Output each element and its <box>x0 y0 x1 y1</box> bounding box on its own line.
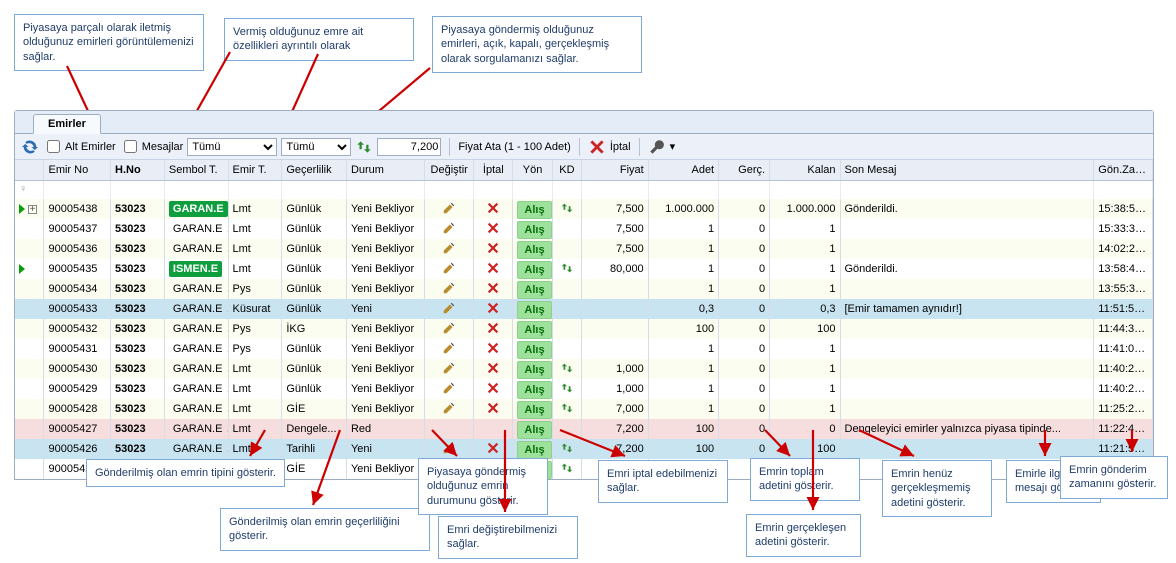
callout-kalan: Emrin henüz gerçekleşmemiş adetini göste… <box>882 460 992 517</box>
table-row[interactable]: 9000542953023GARAN.ELmtGünlükYeni Bekliy… <box>15 379 1153 399</box>
col-deg[interactable]: Değiştir <box>425 160 474 180</box>
col-gec[interactable]: Geçerlilik <box>282 160 347 180</box>
callout-durum: Piyasaya göndermiş olduğunuz emrin durum… <box>418 458 548 515</box>
edit-icon[interactable] <box>442 361 456 375</box>
kd-icon[interactable] <box>560 201 574 215</box>
alt-emirler-label: Alt Emirler <box>65 141 116 153</box>
kd-icon[interactable] <box>560 381 574 395</box>
edit-icon[interactable] <box>442 201 456 215</box>
edit-icon[interactable] <box>442 401 456 415</box>
edit-icon[interactable] <box>442 281 456 295</box>
tools-dd[interactable]: ▾ <box>670 140 676 153</box>
kd-icon[interactable] <box>560 361 574 375</box>
callout-zaman: Emrin gönderim zamanını gösterir. <box>1060 456 1168 499</box>
kd-icon[interactable] <box>560 461 574 475</box>
mesajlar-check[interactable]: Mesajlar <box>120 137 184 156</box>
edit-icon[interactable] <box>442 261 456 275</box>
kd-icon[interactable] <box>560 441 574 455</box>
table-row[interactable]: 9000543053023GARAN.ELmtGünlükYeni Bekliy… <box>15 359 1153 379</box>
table-row[interactable]: 9000543653023GARAN.ELmtGünlükYeni Bekliy… <box>15 239 1153 259</box>
callout-parcali: Piyasaya parçalı olarak iletmiş olduğunu… <box>14 14 204 71</box>
rows-container: +9000543853023GARAN.ELmtGünlükYeni Bekli… <box>15 199 1153 479</box>
col-adet[interactable]: Adet <box>649 160 719 180</box>
cancel-row-icon[interactable] <box>486 401 500 415</box>
edit-icon[interactable] <box>442 301 456 315</box>
edit-icon[interactable] <box>442 341 456 355</box>
edit-icon[interactable] <box>442 441 456 455</box>
callout-ozellik: Vermiş olduğunuz emre ait özellikleri ay… <box>224 18 414 61</box>
col-sym[interactable]: Sembol T. <box>165 160 229 180</box>
kd-icon[interactable] <box>560 401 574 415</box>
col-kd[interactable]: KD <box>553 160 582 180</box>
edit-icon[interactable] <box>442 321 456 335</box>
cancel-row-icon[interactable] <box>486 341 500 355</box>
callout-tip: Gönderilmiş olan emrin tipini gösterir. <box>86 459 285 487</box>
cancel-row-icon[interactable] <box>486 441 500 455</box>
callout-degistir: Emri değiştirebilmenizi sağlar. <box>438 516 578 559</box>
grid-header: Emir No H.No Sembol T. Emir T. Geçerlili… <box>15 160 1153 181</box>
table-row[interactable]: 9000543253023GARAN.EPysİKGYeni BekliyorA… <box>15 319 1153 339</box>
cancel-row-icon[interactable] <box>486 261 500 275</box>
cancel-row-icon[interactable] <box>486 221 500 235</box>
cancel-icon[interactable] <box>588 138 606 156</box>
table-row[interactable]: 9000542853023GARAN.ELmtGİEYeni BekliyorA… <box>15 399 1153 419</box>
cancel-row-icon[interactable] <box>486 381 500 395</box>
callout-iptal: Emri iptal edebilmenizi sağlar. <box>598 460 728 503</box>
toolbar: Alt Emirler Mesajlar Tümü Tümü Fiyat Ata… <box>15 134 1153 160</box>
table-row[interactable]: 9000543353023GARAN.EKüsuratGünlükYeniAlı… <box>15 299 1153 319</box>
refresh-icon[interactable] <box>21 138 39 156</box>
callout-adet: Emrin toplam adetini gösterir. <box>750 458 860 501</box>
iptal-label: İptal <box>610 141 631 153</box>
table-row[interactable]: 9000543153023GARAN.EPysGünlükYeni Bekliy… <box>15 339 1153 359</box>
fiyat-ata-label: Fiyat Ata (1 - 100 Adet) <box>458 141 571 153</box>
edit-icon[interactable] <box>442 221 456 235</box>
mesajlar-label: Mesajlar <box>142 141 184 153</box>
col-et[interactable]: Emir T. <box>229 160 283 180</box>
filter-row[interactable]: ♀ <box>15 181 1153 199</box>
col-dur[interactable]: Durum <box>347 160 425 180</box>
alt-emirler-check[interactable]: Alt Emirler <box>43 137 116 156</box>
qty-input[interactable] <box>377 138 441 156</box>
cancel-row-icon[interactable] <box>486 361 500 375</box>
cancel-row-icon[interactable] <box>486 321 500 335</box>
tools-icon[interactable] <box>648 138 666 156</box>
tab-strip: Emirler <box>15 111 1153 134</box>
table-row[interactable]: +9000543853023GARAN.ELmtGünlükYeni Bekli… <box>15 199 1153 219</box>
col-emir[interactable]: Emir No <box>44 160 111 180</box>
callout-sorgu: Piyasaya göndermiş olduğunuz emirleri, a… <box>432 16 642 73</box>
cancel-row-icon[interactable] <box>486 241 500 255</box>
col-hno[interactable]: H.No <box>111 160 165 180</box>
col-yon[interactable]: Yön <box>513 160 552 180</box>
col-kal[interactable]: Kalan <box>770 160 840 180</box>
edit-icon[interactable] <box>442 381 456 395</box>
swap-icon[interactable] <box>355 138 373 156</box>
table-row[interactable]: 9000543753023GARAN.ELmtGünlükYeni Bekliy… <box>15 219 1153 239</box>
table-row[interactable]: 9000543553023ISMEN.ELmtGünlükYeni Bekliy… <box>15 259 1153 279</box>
col-ipt[interactable]: İptal <box>474 160 513 180</box>
callout-gec: Gönderilmiş olan emrin geçerliliğini gös… <box>220 508 430 551</box>
cancel-row-icon[interactable] <box>486 301 500 315</box>
table-row[interactable]: 9000542653023GARAN.ELmtTarihliYeniAlış7,… <box>15 439 1153 459</box>
filter1-select[interactable]: Tümü <box>187 138 277 156</box>
table-row[interactable]: 9000542753023GARAN.ELmtDengele...RedAlış… <box>15 419 1153 439</box>
callout-gerc: Emrin gerçekleşen adetini gösterir. <box>746 514 861 557</box>
col-zam[interactable]: Gön.Zam. ▼ <box>1094 160 1153 180</box>
col-fiy[interactable]: Fiyat <box>582 160 649 180</box>
col-msj[interactable]: Son Mesaj <box>841 160 1095 180</box>
cancel-row-icon[interactable] <box>486 281 500 295</box>
col-gerc[interactable]: Gerç. <box>719 160 770 180</box>
kd-icon[interactable] <box>560 261 574 275</box>
filter2-select[interactable]: Tümü <box>281 138 351 156</box>
tab-emirler[interactable]: Emirler <box>33 114 101 134</box>
orders-panel: Emirler Alt Emirler Mesajlar Tümü Tümü F… <box>14 110 1154 480</box>
table-row[interactable]: 9000543453023GARAN.EPysGünlükYeni Bekliy… <box>15 279 1153 299</box>
edit-icon[interactable] <box>442 241 456 255</box>
cancel-row-icon[interactable] <box>486 201 500 215</box>
